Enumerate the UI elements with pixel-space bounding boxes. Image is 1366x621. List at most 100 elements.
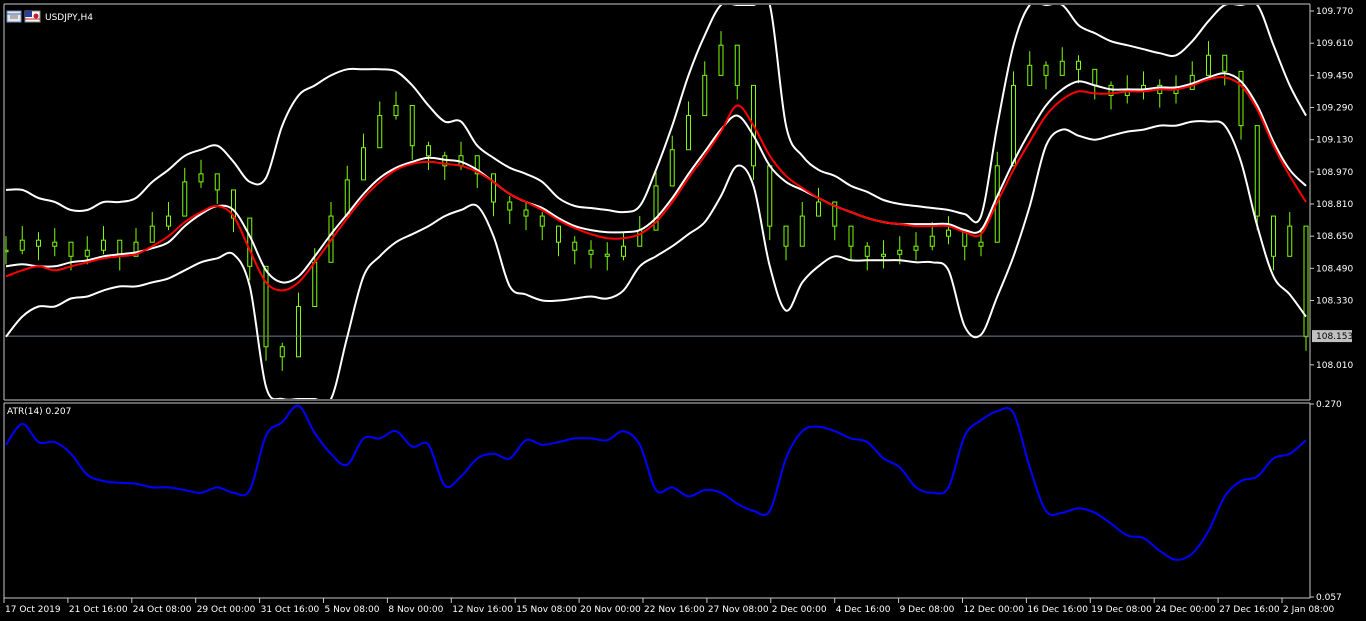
price-bar-body (734, 44, 740, 86)
price-bar-body (621, 245, 626, 257)
price-tick-label: 109.290 (1316, 104, 1353, 114)
price-bar-body (279, 346, 285, 358)
atr-line (5, 404, 1307, 561)
symbol-flag-icon (24, 10, 41, 23)
price-tick-label: 108.010 (1316, 361, 1353, 371)
price-bar-body (588, 249, 594, 255)
price-bar-body (263, 265, 269, 348)
price-bar-body (523, 209, 529, 217)
price-bar-body (1092, 68, 1098, 86)
price-bar-body (507, 201, 513, 211)
price-bar-body (539, 215, 545, 227)
price-bar-body (897, 249, 903, 255)
time-tick-label: 24 Dec 00:00 (1155, 605, 1216, 615)
time-axis[interactable]: 17 Oct 2019 21 Oct 16:00 24 Oct 08:00 29 Oc… (3, 598, 1335, 615)
atr-tick-label: 0.057 (1316, 593, 1342, 603)
time-tick-label: 8 Nov 00:00 (388, 605, 443, 615)
time-tick-label: 29 Oct 00:00 (197, 605, 256, 615)
price-tick-label: 109.610 (1316, 39, 1353, 49)
symbol-title: USDJPY,H4 (45, 13, 93, 23)
price-bar-body (1059, 60, 1065, 76)
price-bar-body (1043, 64, 1049, 76)
price-bar-body (669, 149, 675, 187)
price-bar-body (393, 105, 399, 117)
time-tick-label: 22 Nov 16:00 (644, 605, 705, 615)
price-bar-body (344, 179, 350, 217)
price-bar-body (247, 217, 253, 267)
price-bar-body (491, 173, 496, 203)
current-price-tag: 108.153 (1312, 330, 1353, 343)
price-bar-body (166, 215, 171, 227)
time-tick-label: 4 Dec 16:00 (836, 605, 891, 615)
price-bar-body (214, 173, 220, 191)
price-bar-body (1287, 225, 1293, 257)
time-tick-label: 27 Nov 08:00 (708, 605, 769, 615)
price-bar-body (864, 245, 870, 257)
price-bar-body (799, 215, 805, 247)
price-bar-body (718, 44, 724, 76)
price-tick-label: 108.970 (1316, 168, 1353, 178)
price-bar-body (84, 249, 90, 257)
price-bar-body (848, 225, 854, 247)
main-plot-area[interactable] (4, 0, 1309, 404)
time-tick-label: 19 Dec 08:00 (1091, 605, 1152, 615)
chart-window[interactable]: USDJPY,H4 ATR(14) 0.207 109.770109.61010… (0, 0, 1366, 621)
time-tick-label: 12 Dec 00:00 (964, 605, 1025, 615)
time-tick-label: 15 Nov 08:00 (516, 605, 577, 615)
time-tick-label: 12 Nov 16:00 (452, 605, 513, 615)
price-bar-body (1303, 225, 1309, 338)
price-bar-body (783, 225, 789, 247)
time-tick-label: 20 Nov 00:00 (580, 605, 641, 615)
current-price-label: 108.153 (1316, 332, 1353, 342)
time-tick-label: 5 Nov 08:00 (325, 605, 380, 615)
price-bar-body (1222, 54, 1228, 72)
price-tick-label: 108.810 (1316, 200, 1353, 210)
time-tick-label: 9 Dec 08:00 (900, 605, 955, 615)
price-tick-label: 109.450 (1316, 71, 1353, 81)
price-bar-body (182, 181, 188, 217)
price-bar-body (929, 235, 935, 247)
price-bar-body (1011, 84, 1016, 167)
price-bar-body (1027, 64, 1033, 86)
price-bar-body (409, 105, 415, 147)
price-bar-body (52, 241, 58, 247)
chart-window-icon[interactable] (6, 10, 22, 23)
time-tick-label: 2 Jan 08:00 (1283, 605, 1335, 615)
price-bar-body (312, 261, 318, 308)
atr-tick-label: 0.270 (1316, 400, 1342, 410)
price-bar-body (702, 74, 708, 117)
price-bar-body (881, 253, 886, 257)
time-tick-label: 24 Oct 08:00 (133, 605, 192, 615)
indicator-panel-frame (3, 402, 1311, 599)
price-tick-label: 108.650 (1316, 232, 1353, 242)
price-tick-label: 109.770 (1316, 7, 1353, 17)
atr-indicator-label: ATR(14) 0.207 (7, 407, 71, 417)
price-bar-body (1076, 60, 1081, 70)
price-bar-body (686, 115, 691, 151)
price-tick-label: 109.130 (1316, 136, 1353, 146)
time-tick-label: 2 Dec 00:00 (772, 605, 827, 615)
time-tick-label: 27 Dec 16:00 (1219, 605, 1280, 615)
price-bar-body (946, 229, 951, 237)
price-tick-label: 108.330 (1316, 297, 1353, 307)
price-axis[interactable]: 109.770 109.610 109.450 109.290 109.130 108.9… (1310, 7, 1353, 371)
time-tick-label: 31 Oct 16:00 (261, 605, 320, 615)
price-bar-body (572, 241, 578, 251)
chart-title-bar: USDJPY,H4 (6, 10, 93, 23)
price-bar-body (816, 201, 821, 217)
atr-axis[interactable]: 0.270 0.057 (1310, 400, 1342, 603)
price-bar-body (101, 239, 106, 251)
price-bar-body (913, 245, 919, 251)
price-bar-body (1271, 215, 1276, 257)
price-tick-label: 108.490 (1316, 264, 1353, 274)
price-bar-body (68, 241, 74, 257)
atr-plot-area[interactable] (5, 404, 1307, 561)
price-bar-body (1254, 125, 1260, 217)
time-tick-label: 17 Oct 2019 (5, 605, 61, 615)
price-bar-body (198, 173, 204, 183)
price-bar-body (604, 253, 610, 257)
price-bar-body (377, 115, 383, 149)
price-bar-body (978, 241, 984, 247)
price-bar-body (426, 145, 431, 157)
price-bar-body (556, 225, 561, 243)
